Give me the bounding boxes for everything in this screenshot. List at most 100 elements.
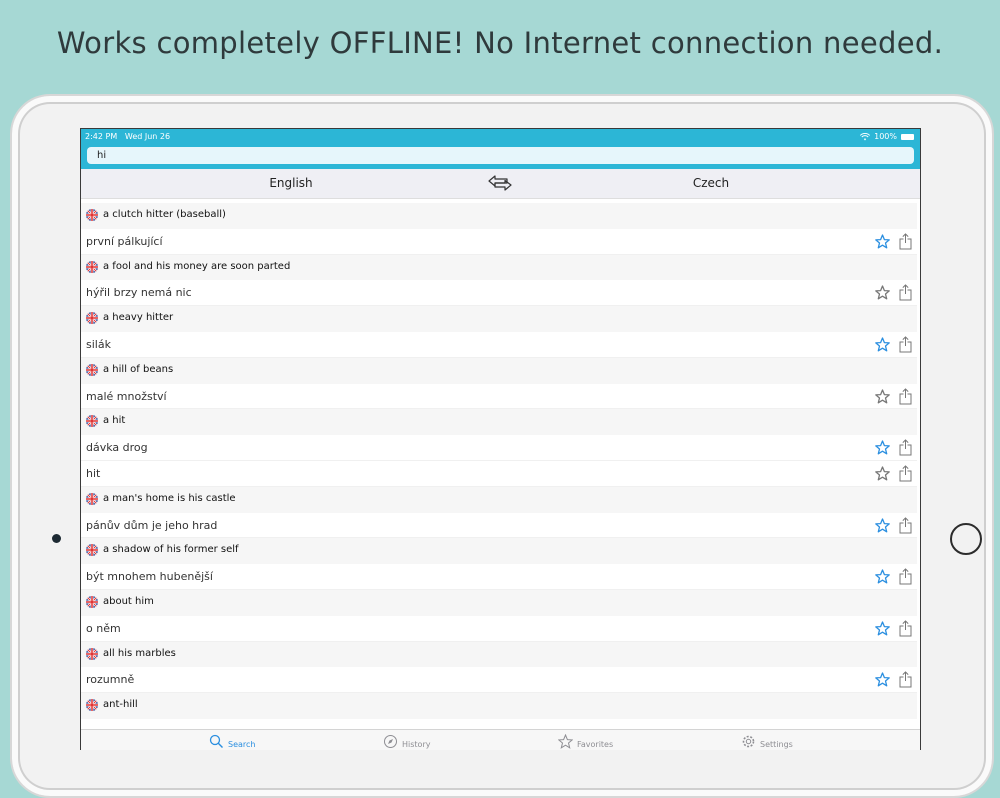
uk-flag-icon bbox=[86, 647, 98, 660]
favorite-star-icon[interactable] bbox=[875, 517, 890, 533]
favorite-star-icon[interactable] bbox=[875, 569, 890, 584]
source-phrase: a hill of beans bbox=[103, 363, 174, 375]
status-time: 2:42 PM bbox=[85, 132, 118, 141]
source-phrase-row[interactable]: a clutch hitter (baseball) bbox=[81, 203, 917, 229]
camera bbox=[52, 534, 61, 543]
gear-icon bbox=[742, 735, 755, 748]
headline: Works completely OFFLINE! No Internet co… bbox=[56, 26, 944, 60]
share-icon[interactable] bbox=[899, 568, 912, 585]
source-language-button[interactable]: English bbox=[251, 176, 331, 190]
share-icon[interactable] bbox=[899, 465, 912, 482]
favorite-star-icon[interactable] bbox=[875, 234, 890, 249]
home-button[interactable] bbox=[950, 523, 982, 555]
source-phrase-row[interactable]: ant-hill bbox=[81, 693, 917, 719]
tab-history-label: History bbox=[402, 740, 431, 749]
star-icon bbox=[558, 734, 573, 749]
language-bar: English Czech bbox=[81, 169, 920, 199]
compass-icon bbox=[384, 735, 397, 748]
translation-text: pánův dům je jeho hrad bbox=[86, 518, 218, 532]
share-icon[interactable] bbox=[899, 439, 912, 456]
source-phrase-row[interactable]: about him bbox=[81, 589, 917, 616]
uk-flag-icon bbox=[86, 544, 98, 557]
translation-row[interactable]: první pálkující bbox=[81, 228, 917, 255]
translation-text: hýřil brzy nemá nic bbox=[86, 286, 192, 300]
source-phrase: a hit bbox=[103, 415, 126, 427]
uk-flag-icon bbox=[86, 209, 98, 221]
translation-text: dávka drog bbox=[86, 441, 148, 455]
uk-flag-icon bbox=[86, 595, 98, 608]
tab-history[interactable]: History bbox=[383, 734, 430, 749]
search-input[interactable]: hi bbox=[87, 147, 914, 164]
translation-text: první pálkující bbox=[86, 234, 163, 248]
favorite-star-icon[interactable] bbox=[875, 621, 890, 636]
battery-icon bbox=[901, 134, 914, 140]
source-phrase: a clutch hitter (baseball) bbox=[103, 209, 226, 220]
wifi-icon bbox=[860, 133, 871, 141]
app-screen: 2:42 PM Wed Jun 26 100% hi English Czech… bbox=[80, 128, 921, 750]
swap-languages-icon[interactable] bbox=[487, 174, 513, 192]
translation-row[interactable]: silák bbox=[81, 331, 917, 358]
favorite-star-icon[interactable] bbox=[875, 337, 890, 352]
source-phrase: a man's home is his castle bbox=[103, 492, 236, 504]
target-language-button[interactable]: Czech bbox=[671, 176, 751, 190]
uk-flag-icon bbox=[86, 260, 98, 273]
status-bar: 2:42 PM Wed Jun 26 100% bbox=[81, 129, 920, 145]
share-icon[interactable] bbox=[899, 284, 912, 301]
share-icon[interactable] bbox=[899, 336, 912, 353]
source-phrase-row[interactable]: a shadow of his former self bbox=[81, 538, 917, 565]
translation-text: silák bbox=[86, 337, 111, 351]
tab-settings-label: Settings bbox=[760, 740, 793, 749]
battery-percent: 100% bbox=[874, 132, 897, 141]
translation-text: být mnohem hubenější bbox=[86, 570, 213, 584]
tab-settings[interactable]: Settings bbox=[741, 734, 793, 749]
favorite-star-icon[interactable] bbox=[875, 672, 890, 687]
uk-flag-icon bbox=[86, 312, 98, 325]
translation-row[interactable]: být mnohem hubenější bbox=[81, 564, 917, 590]
search-bar: hi bbox=[81, 145, 920, 169]
source-phrase: a heavy hitter bbox=[103, 312, 174, 324]
source-phrase-row[interactable]: a fool and his money are soon parted bbox=[81, 254, 917, 281]
tab-search-label: Search bbox=[228, 740, 256, 749]
uk-flag-icon bbox=[86, 699, 98, 712]
share-icon[interactable] bbox=[899, 387, 912, 405]
favorite-star-icon[interactable] bbox=[875, 388, 890, 404]
tab-bar: Search History Favorites Settings bbox=[81, 729, 920, 750]
share-icon[interactable] bbox=[899, 620, 912, 637]
tab-search[interactable]: Search bbox=[209, 734, 255, 749]
uk-flag-icon bbox=[86, 492, 98, 505]
source-phrase-row[interactable]: a heavy hitter bbox=[81, 306, 917, 332]
favorite-star-icon[interactable] bbox=[875, 285, 890, 300]
translation-text: rozumně bbox=[86, 673, 135, 687]
source-phrase: ant-hill bbox=[103, 699, 138, 711]
translation-row[interactable]: pánův dům je jeho hrad bbox=[81, 512, 917, 539]
tab-favorites-label: Favorites bbox=[577, 740, 614, 749]
tab-favorites[interactable]: Favorites bbox=[558, 734, 613, 749]
favorite-star-icon[interactable] bbox=[875, 466, 890, 481]
share-icon[interactable] bbox=[899, 233, 912, 250]
uk-flag-icon bbox=[86, 415, 98, 428]
translation-text: o něm bbox=[86, 621, 121, 635]
source-phrase-row[interactable]: a hit bbox=[81, 409, 917, 436]
translation-row[interactable]: o něm bbox=[81, 615, 917, 642]
uk-flag-icon bbox=[86, 363, 98, 376]
source-phrase: about him bbox=[103, 595, 154, 607]
status-date: Wed Jun 26 bbox=[124, 132, 171, 141]
translation-row[interactable]: hýřil brzy nemá nic bbox=[81, 280, 917, 307]
source-phrase-row[interactable]: a hill of beans bbox=[81, 357, 917, 384]
source-phrase: a shadow of his former self bbox=[103, 544, 239, 556]
source-phrase-row[interactable]: a man's home is his castle bbox=[81, 486, 917, 513]
source-phrase-row[interactable]: all his marbles bbox=[81, 641, 917, 668]
translation-row[interactable]: hit bbox=[81, 460, 917, 487]
share-icon[interactable] bbox=[899, 516, 912, 534]
translation-text: hit bbox=[86, 466, 101, 480]
results-list: a clutch hitter (baseball) první pálkujíc… bbox=[81, 203, 917, 719]
share-icon[interactable] bbox=[899, 671, 912, 688]
favorite-star-icon[interactable] bbox=[875, 440, 890, 455]
source-phrase: a fool and his money are soon parted bbox=[103, 260, 291, 272]
translation-row[interactable]: rozumně bbox=[81, 667, 917, 694]
source-phrase: all his marbles bbox=[103, 647, 176, 659]
translation-text: malé množství bbox=[86, 389, 167, 403]
translation-row[interactable]: dávka drog bbox=[81, 435, 917, 461]
translation-row[interactable]: malé množství bbox=[81, 383, 917, 410]
search-icon bbox=[209, 734, 223, 748]
